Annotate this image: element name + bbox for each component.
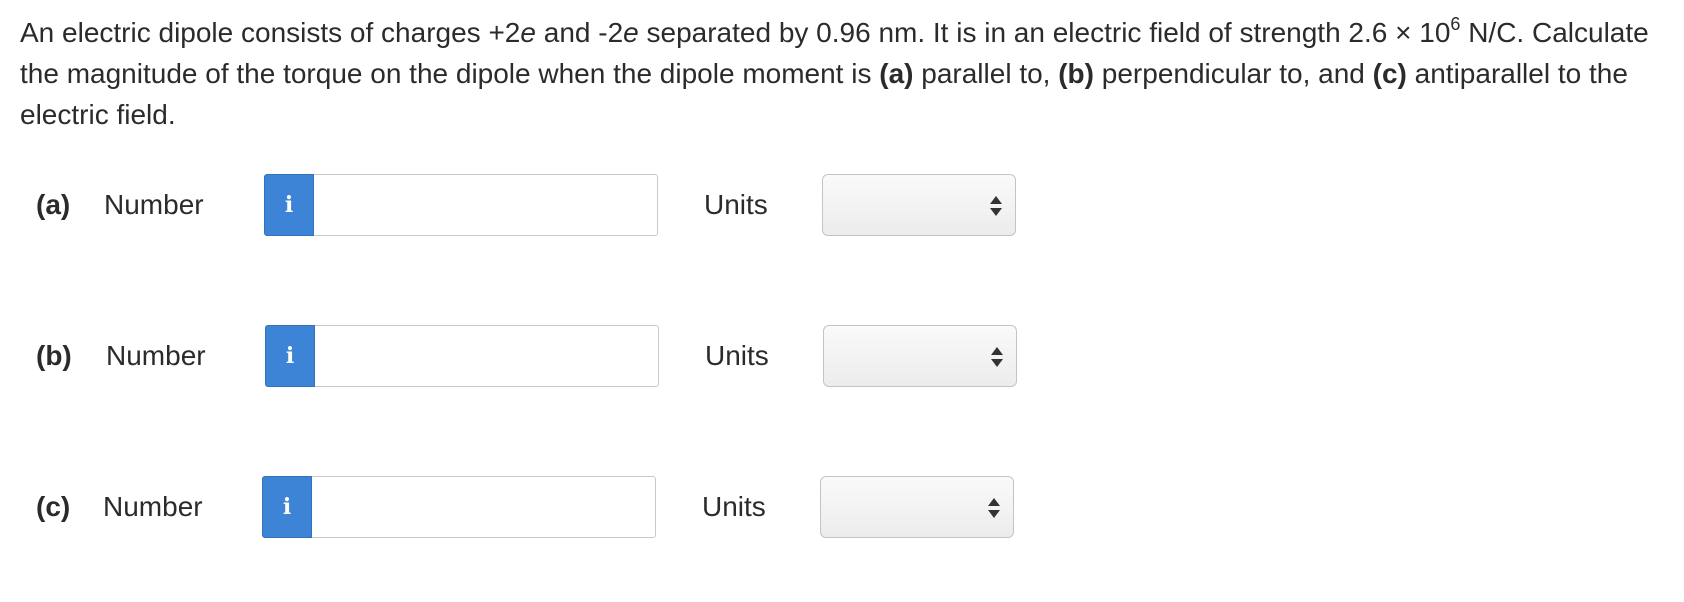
part-label: (a) <box>36 189 71 220</box>
number-input-c[interactable] <box>312 476 656 538</box>
number-input-a[interactable] <box>314 174 658 236</box>
units-label: Units <box>702 491 766 522</box>
info-button[interactable]: i <box>265 325 315 387</box>
part-label: (c) <box>36 491 71 522</box>
part-label: (b) <box>36 340 72 371</box>
answer-row-a: (a) Number i Units <box>0 174 1684 236</box>
answer-row-c: (c) Number i Units <box>0 476 1684 538</box>
number-label: Number <box>106 340 206 371</box>
units-select-c[interactable] <box>820 476 1014 538</box>
answer-row-b: (b) Number i Units <box>0 325 1684 387</box>
up-down-arrows-icon <box>988 498 1000 518</box>
info-icon: i <box>282 494 292 520</box>
number-label: Number <box>103 491 203 522</box>
units-select-a[interactable] <box>822 174 1016 236</box>
info-button[interactable]: i <box>264 174 314 236</box>
number-label: Number <box>104 189 204 220</box>
info-icon: i <box>284 192 294 218</box>
units-label: Units <box>705 340 769 371</box>
question-text: An electric dipole consists of charges +… <box>20 14 1649 130</box>
info-button[interactable]: i <box>262 476 312 538</box>
info-icon: i <box>285 343 295 369</box>
up-down-arrows-icon <box>991 347 1003 367</box>
units-select-b[interactable] <box>823 325 1017 387</box>
number-input-b[interactable] <box>315 325 659 387</box>
up-down-arrows-icon <box>990 196 1002 216</box>
units-label: Units <box>704 189 768 220</box>
